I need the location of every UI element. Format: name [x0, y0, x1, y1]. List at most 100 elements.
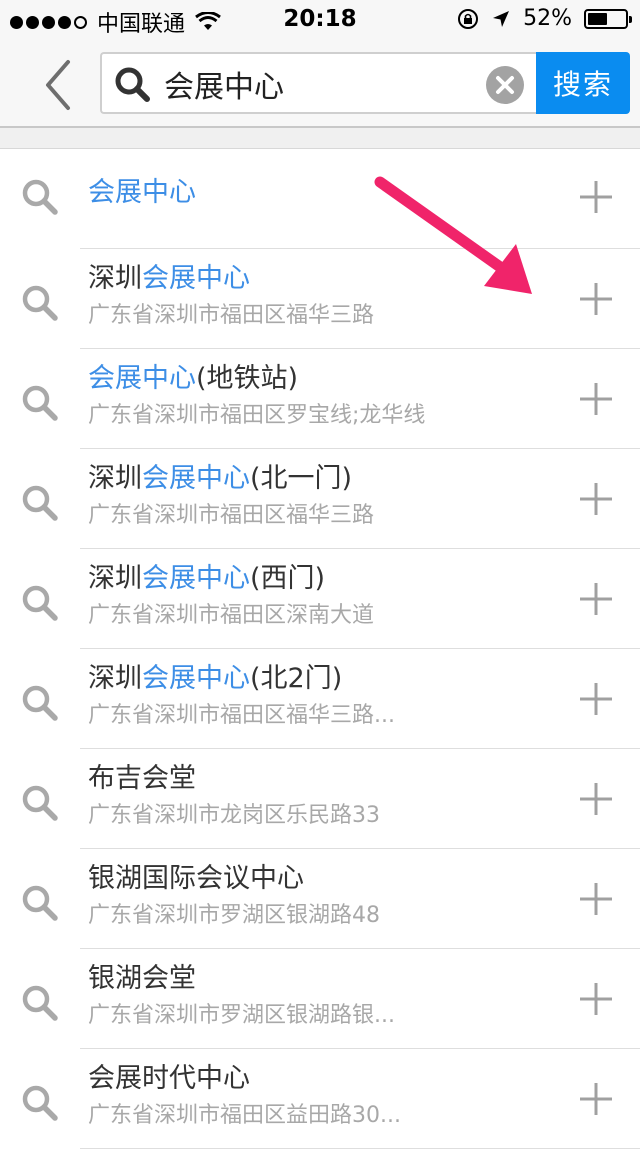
plus-icon: [580, 983, 612, 1015]
add-button[interactable]: [578, 281, 614, 317]
plus-icon: [580, 683, 612, 715]
clear-button[interactable]: [486, 66, 524, 104]
search-icon: [115, 67, 150, 102]
add-button[interactable]: [578, 179, 614, 215]
add-button[interactable]: [578, 581, 614, 617]
search-input[interactable]: [164, 62, 464, 106]
suggestion-title: 银湖国际会议中心: [88, 861, 540, 897]
title-suffix: (地铁站): [196, 363, 299, 394]
title-prefix: 深圳: [88, 263, 142, 294]
suggestion-text: 布吉会堂 广东省深圳市龙岗区乐民路33: [88, 761, 540, 831]
add-button[interactable]: [578, 781, 614, 817]
suggestion-item[interactable]: 会展中心(地铁站) 广东省深圳市福田区罗宝线;龙华线: [0, 349, 640, 449]
plus-icon: [580, 283, 612, 315]
add-button[interactable]: [578, 981, 614, 1017]
add-button[interactable]: [578, 1081, 614, 1117]
back-button[interactable]: [30, 58, 86, 112]
suggestion-address: 广东省深圳市福田区福华三路: [88, 303, 375, 328]
search-icon: [22, 985, 58, 1021]
suggestion-text: 会展中心: [88, 175, 540, 211]
suggestion-item[interactable]: 会展时代中心 广东省深圳市福田区益田路30...: [0, 1049, 640, 1149]
suggestion-address: 广东省深圳市福田区福华三路...: [88, 703, 395, 728]
add-button[interactable]: [578, 881, 614, 917]
rotation-lock-icon: [458, 8, 479, 29]
search-icon: [22, 285, 58, 321]
suggestion-item[interactable]: 深圳会展中心 广东省深圳市福田区福华三路: [0, 249, 640, 349]
title-suffix: (北一门): [250, 463, 353, 494]
suggestion-title: 会展中心: [88, 175, 540, 211]
chevron-left-icon: [46, 60, 70, 110]
title-prefix: 银湖会堂: [88, 963, 196, 994]
plus-icon: [580, 883, 612, 915]
plus-icon: [580, 583, 612, 615]
title-highlight: 会展中心: [142, 563, 250, 594]
header-divider: [0, 128, 640, 149]
search-box[interactable]: [100, 52, 536, 114]
suggestion-list: 会展中心 深圳会展中心 广东省深圳市福田区福华三路 会展中心(地铁站) 广东省深…: [0, 149, 640, 1149]
battery-level: [588, 12, 607, 25]
suggestion-item[interactable]: 会展中心: [0, 149, 640, 249]
suggestion-item[interactable]: 深圳会展中心(北一门) 广东省深圳市福田区福华三路: [0, 449, 640, 549]
suggestion-text: 银湖会堂 广东省深圳市罗湖区银湖路银...: [88, 961, 540, 1031]
suggestion-address: 广东省深圳市福田区福华三路: [88, 503, 375, 528]
plus-icon: [580, 383, 612, 415]
suggestion-address: 广东省深圳市罗湖区银湖路银...: [88, 1003, 395, 1028]
title-prefix: 银湖国际会议中心: [88, 863, 304, 894]
search-icon: [22, 585, 58, 621]
title-prefix: 深圳: [88, 563, 142, 594]
status-right: 52%: [457, 6, 632, 31]
add-button[interactable]: [578, 481, 614, 517]
suggestion-item[interactable]: 深圳会展中心(西门) 广东省深圳市福田区深南大道: [0, 549, 640, 649]
status-bar: 中国联通 20:18 52%: [0, 0, 640, 40]
location-icon: [493, 10, 510, 27]
suggestion-title: 布吉会堂: [88, 761, 540, 797]
suggestion-address: 广东省深圳市福田区深南大道: [88, 603, 375, 628]
add-button[interactable]: [578, 681, 614, 717]
search-button[interactable]: 搜索: [536, 52, 630, 114]
suggestion-text: 会展时代中心 广东省深圳市福田区益田路30...: [88, 1061, 540, 1131]
title-highlight: 会展中心: [88, 177, 196, 208]
suggestion-text: 深圳会展中心(西门) 广东省深圳市福田区深南大道: [88, 561, 540, 631]
clear-icon: [486, 66, 524, 104]
suggestion-text: 银湖国际会议中心 广东省深圳市罗湖区银湖路48: [88, 861, 540, 931]
search-icon: [22, 485, 58, 521]
suggestion-item[interactable]: 深圳会展中心(北2门) 广东省深圳市福田区福华三路...: [0, 649, 640, 749]
title-prefix: 布吉会堂: [88, 763, 196, 794]
title-prefix: 会展时代中心: [88, 1063, 250, 1094]
add-button[interactable]: [578, 381, 614, 417]
suggestion-title: 深圳会展中心(北2门): [88, 661, 540, 697]
suggestion-text: 深圳会展中心(北一门) 广东省深圳市福田区福华三路: [88, 461, 540, 531]
battery-icon: [584, 8, 632, 29]
suggestion-title: 深圳会展中心(西门): [88, 561, 540, 597]
title-prefix: 深圳: [88, 463, 142, 494]
suggestion-item[interactable]: 银湖国际会议中心 广东省深圳市罗湖区银湖路48: [0, 849, 640, 949]
suggestion-title: 会展中心(地铁站): [88, 361, 540, 397]
suggestion-title: 会展时代中心: [88, 1061, 540, 1097]
battery-percent: 52%: [523, 6, 572, 31]
suggestion-title: 深圳会展中心: [88, 261, 540, 297]
suggestion-text: 深圳会展中心(北2门) 广东省深圳市福田区福华三路...: [88, 661, 540, 731]
plus-icon: [580, 181, 612, 213]
suggestion-address: 广东省深圳市龙岗区乐民路33: [88, 803, 380, 828]
title-highlight: 会展中心: [142, 463, 250, 494]
suggestion-title: 银湖会堂: [88, 961, 540, 997]
title-prefix: 深圳: [88, 663, 142, 694]
search-header: 搜索: [0, 40, 640, 128]
suggestion-address: 广东省深圳市福田区罗宝线;龙华线: [88, 403, 426, 428]
plus-icon: [580, 1083, 612, 1115]
suggestion-address: 广东省深圳市罗湖区银湖路48: [88, 903, 380, 928]
search-icon: [22, 785, 58, 821]
suggestion-item[interactable]: 银湖会堂 广东省深圳市罗湖区银湖路银...: [0, 949, 640, 1049]
title-highlight: 会展中心: [142, 263, 250, 294]
suggestion-title: 深圳会展中心(北一门): [88, 461, 540, 497]
suggestion-address: 广东省深圳市福田区益田路30...: [88, 1103, 401, 1128]
plus-icon: [580, 483, 612, 515]
search-icon: [22, 885, 58, 921]
suggestion-text: 深圳会展中心 广东省深圳市福田区福华三路: [88, 261, 540, 331]
plus-icon: [580, 783, 612, 815]
search-icon: [22, 685, 58, 721]
suggestion-text: 会展中心(地铁站) 广东省深圳市福田区罗宝线;龙华线: [88, 361, 540, 431]
title-suffix: (西门): [250, 563, 326, 594]
title-suffix: (北2门): [250, 663, 343, 694]
suggestion-item[interactable]: 布吉会堂 广东省深圳市龙岗区乐民路33: [0, 749, 640, 849]
